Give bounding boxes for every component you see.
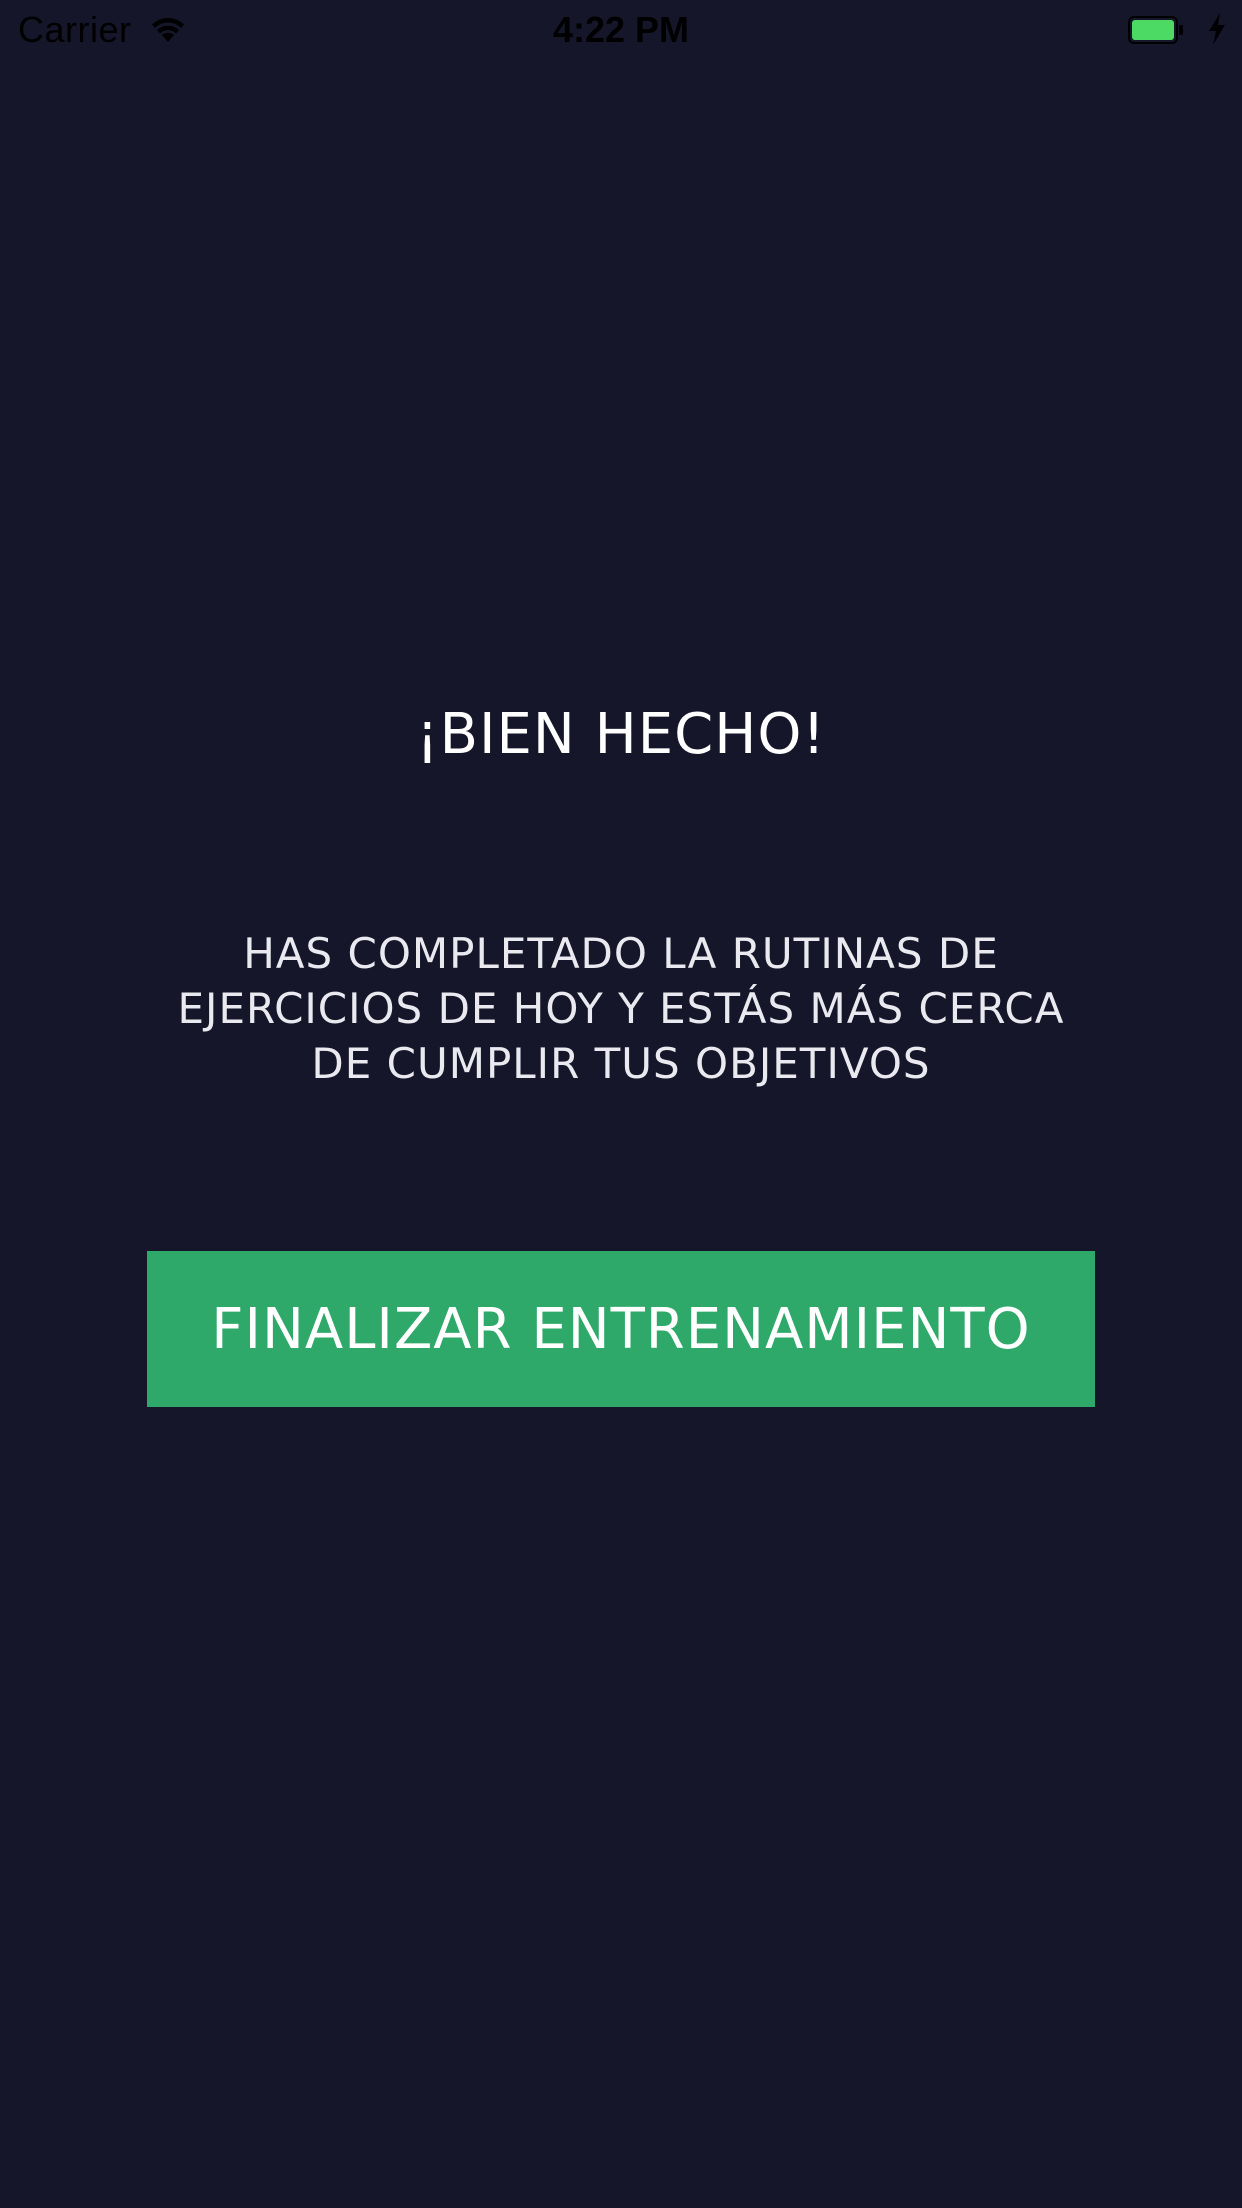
finish-workout-button[interactable]: FINALIZAR ENTRENAMIENTO [147, 1251, 1095, 1407]
charging-bolt-icon [1206, 12, 1228, 46]
completion-message: HAS COMPLETADO LA RUTINAS DE EJERCICIOS … [177, 929, 1065, 1088]
page-title: ¡BIEN HECHO! [416, 702, 826, 767]
status-bar: Carrier 4:22 PM [0, 0, 1242, 60]
status-time: 4:22 PM [552, 9, 690, 50]
battery-icon [1128, 16, 1184, 44]
workout-complete-screen: Carrier 4:22 PM ¡BIEN HECHO! HAS COMPLET… [0, 0, 1242, 2208]
